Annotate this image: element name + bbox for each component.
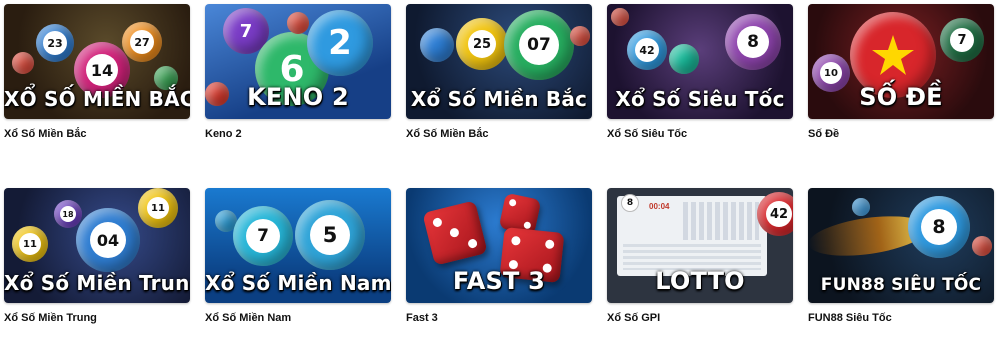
game-card-so-de[interactable]: 10 7 SỐ ĐỀ Số Đề	[808, 4, 994, 140]
game-title[interactable]: Số Đề	[808, 128, 994, 140]
lottery-ball-icon	[852, 198, 870, 216]
lottery-ball-icon: 27	[122, 22, 162, 62]
game-card-xo-so-gpi[interactable]: 00:04 8 42 LOTTO Xổ Số GPI	[607, 188, 793, 324]
game-title[interactable]: Xổ Số Miền Nam	[205, 312, 391, 324]
game-card-xo-so-mien-bac[interactable]: 23 14 27 XỔ SỐ MIỀN BẮC Xổ Số Miền Bắc	[4, 4, 190, 140]
game-card-fun88-sieu-toc[interactable]: 8 FUN88 SIÊU TỐC FUN88 Siêu Tốc	[808, 188, 994, 324]
lottery-ball-icon: 8	[725, 14, 781, 70]
lottery-ball-icon: 42	[627, 30, 667, 70]
game-banner-text: KENO 2	[247, 83, 349, 111]
lottery-ball-icon	[570, 26, 590, 46]
game-thumbnail[interactable]: 00:04 8 42 LOTTO	[607, 188, 793, 303]
game-banner-text: FUN88 SIÊU TỐC	[820, 275, 982, 295]
game-title[interactable]: Xổ Số Miền Bắc	[406, 128, 592, 140]
lotto-board: 00:04	[617, 196, 767, 276]
game-thumbnail[interactable]: 8 FUN88 SIÊU TỐC	[808, 188, 994, 303]
game-card-xo-so-sieu-toc[interactable]: 42 8 Xổ Số Siêu Tốc Xổ Số Siêu Tốc	[607, 4, 793, 140]
game-banner-text: Xổ Số Miền Trung	[4, 271, 190, 295]
game-thumbnail[interactable]: 11 18 04 11 Xổ Số Miền Trung	[4, 188, 190, 303]
game-card-xo-so-mien-trung[interactable]: 11 18 04 11 Xổ Số Miền Trung Xổ Số Miền …	[4, 188, 190, 324]
game-card-xo-so-mien-bac-2[interactable]: 25 07 Xổ Số Miền Bắc Xổ Số Miền Bắc	[406, 4, 592, 140]
lottery-ball-icon: 18	[54, 200, 82, 228]
lottery-ball-icon: 5	[295, 200, 365, 270]
lottery-ball-icon	[12, 52, 34, 74]
lotto-timer: 00:04	[649, 202, 670, 211]
game-title[interactable]: Xổ Số Siêu Tốc	[607, 128, 793, 140]
game-thumbnail[interactable]: 10 7 SỐ ĐỀ	[808, 4, 994, 119]
lottery-ball-icon: 23	[36, 24, 74, 62]
lottery-ball-icon: 8	[621, 194, 639, 212]
game-banner-text: LOTTO	[655, 267, 745, 295]
lottery-ball-icon	[972, 236, 992, 256]
lottery-ball-icon	[420, 28, 454, 62]
lottery-ball-icon	[287, 12, 309, 34]
game-card-xo-so-mien-nam[interactable]: 7 5 Xổ Số Miền Nam Xổ Số Miền Nam	[205, 188, 391, 324]
game-title[interactable]: Fast 3	[406, 312, 592, 324]
lottery-ball-icon: 25	[456, 18, 508, 70]
lottery-ball-icon: 07	[504, 10, 574, 80]
lottery-ball-icon: 7	[233, 206, 293, 266]
game-banner-text: Xổ Số Miền Bắc	[410, 87, 588, 111]
lotto-grid	[683, 202, 759, 240]
game-title[interactable]: Keno 2	[205, 128, 391, 140]
game-thumbnail[interactable]: 7 6 2 KENO 2	[205, 4, 391, 119]
game-thumbnail[interactable]: 25 07 Xổ Số Miền Bắc	[406, 4, 592, 119]
star-icon	[872, 35, 914, 75]
game-banner-text: XỔ SỐ MIỀN BẮC	[4, 87, 190, 111]
game-banner-text: Xổ Số Siêu Tốc	[615, 87, 785, 111]
game-thumbnail[interactable]: 23 14 27 XỔ SỐ MIỀN BẮC	[4, 4, 190, 119]
game-title[interactable]: FUN88 Siêu Tốc	[808, 312, 994, 324]
game-card-fast-3[interactable]: FAST 3 Fast 3	[406, 188, 592, 324]
game-thumbnail[interactable]: 7 5 Xổ Số Miền Nam	[205, 188, 391, 303]
game-title[interactable]: Xổ Số GPI	[607, 312, 793, 324]
lottery-ball-icon: 04	[76, 208, 140, 272]
game-banner-text: SỐ ĐỀ	[859, 83, 943, 111]
lottery-ball-icon: 42	[757, 192, 793, 236]
game-banner-text: FAST 3	[452, 267, 546, 295]
lottery-ball-icon: 11	[138, 188, 178, 228]
game-banner-text: Xổ Số Miền Nam	[205, 271, 391, 295]
game-card-keno-2[interactable]: 7 6 2 KENO 2 Keno 2	[205, 4, 391, 140]
lottery-ball-icon: 11	[12, 226, 48, 262]
game-thumbnail[interactable]: FAST 3	[406, 188, 592, 303]
game-title[interactable]: Xổ Số Miền Bắc	[4, 128, 190, 140]
game-thumbnail[interactable]: 42 8 Xổ Số Siêu Tốc	[607, 4, 793, 119]
lottery-ball-icon: 8	[908, 196, 970, 258]
lottery-ball-icon	[611, 8, 629, 26]
game-title[interactable]: Xổ Số Miền Trung	[4, 312, 190, 324]
lottery-ball-icon: 7	[940, 18, 984, 62]
lottery-ball-icon	[669, 44, 699, 74]
dice-icon	[422, 200, 488, 266]
lottery-ball-icon: 2	[307, 10, 373, 76]
